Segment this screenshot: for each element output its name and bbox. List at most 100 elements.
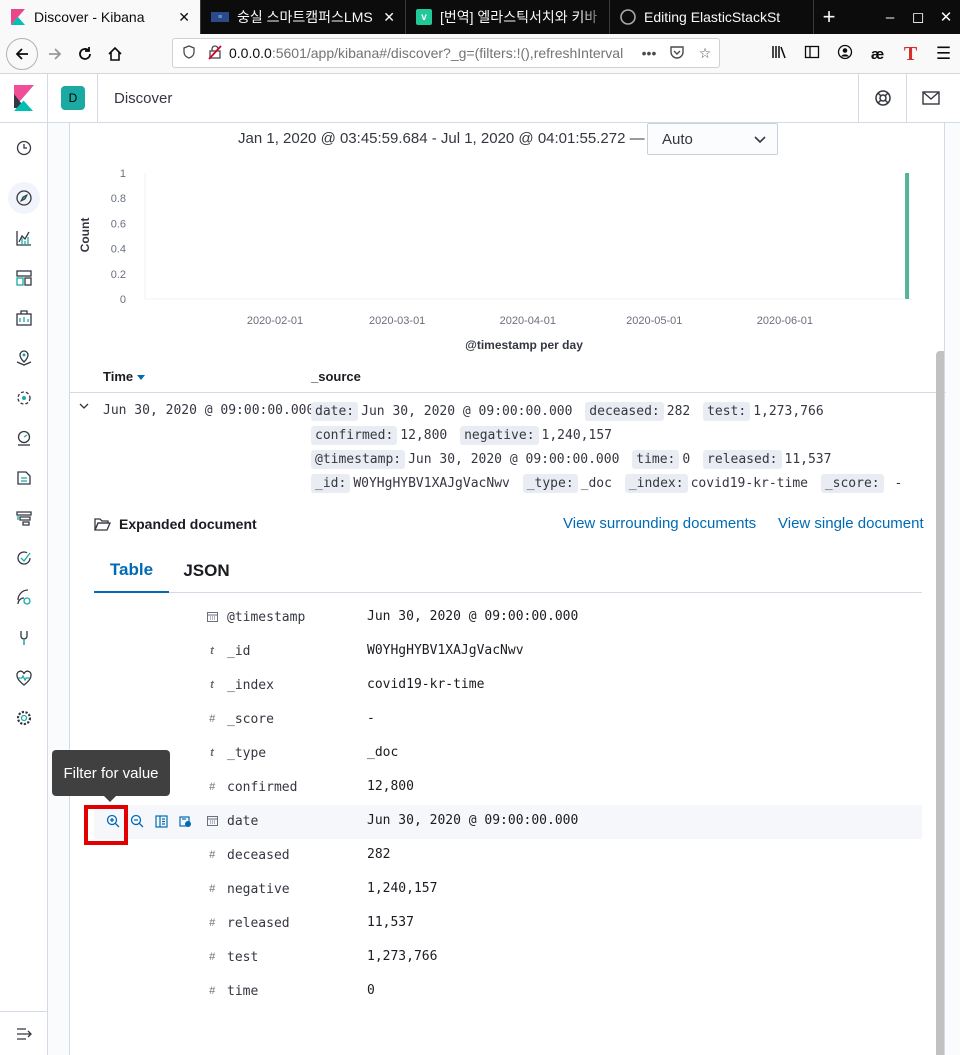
ae-extension-icon[interactable]: æ [861, 46, 894, 63]
string-type-icon: t [210, 645, 214, 657]
y-tick-label: 0 [120, 294, 126, 306]
field-value: - [367, 711, 375, 726]
page-actions-button[interactable]: ••• [635, 45, 663, 61]
maximize-icon[interactable]: ◻ [904, 8, 932, 26]
browser-tab-title: 숭실 스마트캠퍼스LMS [237, 9, 373, 25]
filter-out-value-icon[interactable] [129, 813, 145, 829]
dock-nav-icon[interactable] [0, 1011, 48, 1055]
y-tick-label: 0.4 [111, 244, 126, 256]
header-divider [97, 74, 98, 122]
x-tick-label: 2020-05-01 [626, 315, 682, 327]
field-row: date Jun 30, 2020 @ 09:00:00.000 [94, 805, 922, 839]
forward-button[interactable] [40, 39, 70, 69]
reload-button[interactable] [70, 39, 100, 69]
number-type-icon: # [208, 951, 216, 963]
dashboard-icon[interactable] [8, 262, 40, 294]
minimize-icon[interactable]: – [876, 9, 904, 26]
metrics-icon[interactable] [8, 422, 40, 454]
sort-down-icon[interactable] [136, 369, 145, 384]
visualize-icon[interactable] [8, 222, 40, 254]
account-icon[interactable] [828, 44, 861, 64]
menu-icon[interactable]: ☰ [927, 44, 960, 64]
url-text[interactable]: 0.0.0.0:5601/app/kibana#/discover?_g=(fi… [229, 45, 635, 61]
new-tab-button[interactable]: + [814, 0, 844, 34]
logs-icon[interactable] [8, 462, 40, 494]
field-value: covid19-kr-time [367, 677, 485, 692]
histogram-bar[interactable] [905, 173, 910, 299]
x-tick-label: 2020-04-01 [500, 315, 556, 327]
x-tick-label: 2020-03-01 [369, 315, 425, 327]
newsfeed-mail-icon[interactable] [906, 74, 954, 122]
scrollbar[interactable] [936, 351, 944, 1055]
filter-for-value-tooltip: Filter for value [52, 750, 170, 802]
home-button[interactable] [100, 39, 130, 69]
field-value: 12,800 [367, 779, 414, 794]
source-field-value: 11,537 [784, 452, 832, 467]
uptime-icon[interactable] [8, 542, 40, 574]
canvas-icon[interactable] [8, 302, 40, 334]
browser-tab-github[interactable]: Editing ElasticStackSt [610, 0, 814, 34]
close-window-icon[interactable]: ✕ [932, 8, 960, 26]
insecure-connection-icon[interactable] [205, 44, 225, 63]
address-bar[interactable]: 0.0.0.0:5601/app/kibana#/discover?_g=(fi… [172, 38, 720, 68]
lms-favicon-icon: ≡ [211, 12, 229, 22]
source-field-value: Jun 30, 2020 @ 09:00:00.000 [361, 404, 573, 419]
calendar-icon [206, 611, 218, 625]
browser-tab-kibana[interactable]: Discover - Kibana ✕ [0, 0, 201, 34]
view-surrounding-documents-link[interactable]: View surrounding documents [563, 515, 756, 532]
browser-tab-strip: Discover - Kibana ✕ ≡ 숭실 스마트캠퍼스LMS ✕ v [… [0, 0, 960, 34]
discover-compass-icon[interactable] [8, 182, 40, 214]
string-type-icon: t [210, 679, 214, 691]
browser-tab-title: [번역] 엘라스틱서치와 키바 [440, 9, 598, 25]
field-name: _type [227, 746, 267, 761]
management-gear-icon[interactable] [8, 702, 40, 734]
close-tab-icon[interactable]: ✕ [379, 8, 395, 26]
column-time-header[interactable]: Time [103, 369, 145, 384]
recently-viewed-icon[interactable] [8, 132, 40, 164]
maps-icon[interactable] [8, 342, 40, 374]
tab-json[interactable]: JSON [169, 549, 244, 593]
library-icon[interactable] [762, 44, 795, 64]
browser-tab-translation[interactable]: v [번역] 엘라스틱서치와 키바 [406, 0, 610, 34]
sidebar-icon[interactable] [795, 44, 828, 64]
machine-learning-icon[interactable] [8, 382, 40, 414]
tab-table[interactable]: Table [94, 549, 169, 593]
help-icon[interactable] [858, 74, 906, 122]
y-tick-label: 1 [120, 168, 126, 180]
histogram-time-range: Jan 1, 2020 @ 03:45:59.684 - Jul 1, 2020… [238, 130, 645, 147]
apm-icon[interactable] [8, 502, 40, 534]
breadcrumb-discover[interactable]: Discover [114, 90, 172, 107]
siem-icon[interactable] [8, 582, 40, 614]
back-button[interactable] [6, 37, 38, 70]
close-tab-icon[interactable]: ✕ [178, 9, 190, 26]
field-row: t _type _doc [94, 737, 922, 771]
collapse-arrow-icon[interactable] [78, 399, 90, 417]
x-tick-label: 2020-02-01 [247, 315, 303, 327]
view-single-document-link[interactable]: View single document [778, 515, 924, 532]
x-axis-label: @timestamp per day [465, 338, 583, 352]
bookmark-star-icon[interactable]: ☆ [691, 45, 719, 62]
browser-tab-lms[interactable]: ≡ 숭실 스마트캠퍼스LMS ✕ [201, 0, 406, 34]
discover-main: Jan 1, 2020 @ 03:45:59.684 - Jul 1, 2020… [48, 123, 960, 1055]
space-avatar[interactable]: D [61, 86, 85, 110]
y-tick-label: 0.2 [111, 269, 126, 281]
field-row: # released 11,537 [94, 907, 922, 941]
field-name: deceased [227, 848, 290, 863]
kibana-logo-icon[interactable] [0, 74, 48, 122]
dev-tools-icon[interactable] [8, 622, 40, 654]
t-extension-icon[interactable]: T [894, 43, 927, 66]
source-field-value: - [886, 476, 903, 491]
pocket-icon[interactable] [663, 45, 691, 62]
toggle-column-icon[interactable] [153, 813, 169, 829]
field-name: @timestamp [227, 610, 306, 625]
shield-icon[interactable] [179, 44, 199, 62]
source-field-pair: @timestamp: Jun 30, 2020 @ 09:00:00.000 [311, 450, 619, 469]
toolbar-right: æ T ☰ [762, 34, 960, 74]
source-field-pair: time: 0 [632, 450, 690, 469]
expanded-document-header: Expanded document View surrounding docum… [94, 515, 926, 537]
y-axis-label: Count [78, 218, 92, 253]
interval-select[interactable]: Auto [647, 123, 778, 155]
stack-monitoring-icon[interactable] [8, 662, 40, 694]
number-type-icon: # [208, 781, 216, 793]
filter-exists-icon[interactable] [177, 813, 193, 829]
